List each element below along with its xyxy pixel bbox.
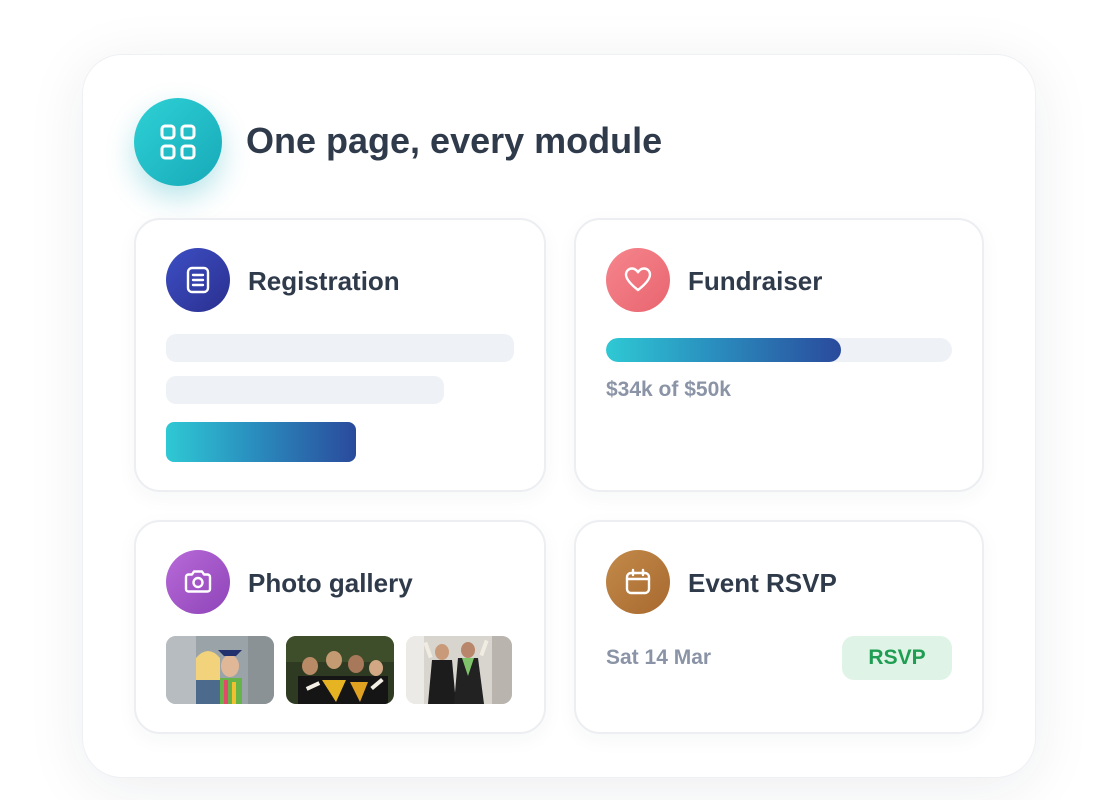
grid-icon — [134, 98, 222, 186]
photo-gallery-card[interactable]: Photo gallery — [134, 520, 546, 734]
registration-card[interactable]: Registration — [134, 218, 546, 492]
fundraiser-progress-text: $34k of $50k — [606, 378, 731, 401]
name-field-placeholder — [166, 334, 514, 362]
fundraiser-progress-bar — [606, 338, 952, 362]
gallery-photo[interactable] — [286, 636, 394, 704]
email-field-placeholder — [166, 376, 444, 404]
event-date: Sat 14 Mar — [606, 646, 712, 669]
document-icon — [166, 248, 230, 312]
fundraiser-card[interactable]: Fundraiser $34k of $50k — [574, 218, 984, 492]
heart-icon — [606, 248, 670, 312]
gallery-photo[interactable] — [166, 636, 274, 704]
calendar-icon — [606, 550, 670, 614]
fundraiser-progress-fill — [606, 338, 842, 362]
rsvp-button[interactable]: RSVP — [842, 636, 952, 680]
photo-gallery-title: Photo gallery — [248, 568, 413, 598]
page-title: One page, every module — [246, 120, 663, 161]
fundraiser-title: Fundraiser — [688, 266, 823, 296]
register-submit-button[interactable] — [166, 422, 356, 462]
event-rsvp-title: Event RSVP — [688, 568, 837, 598]
registration-title: Registration — [248, 266, 400, 296]
camera-icon — [166, 550, 230, 614]
gallery-photo[interactable] — [406, 636, 512, 704]
event-rsvp-card[interactable]: Event RSVP Sat 14 Mar RSVP — [574, 520, 984, 734]
